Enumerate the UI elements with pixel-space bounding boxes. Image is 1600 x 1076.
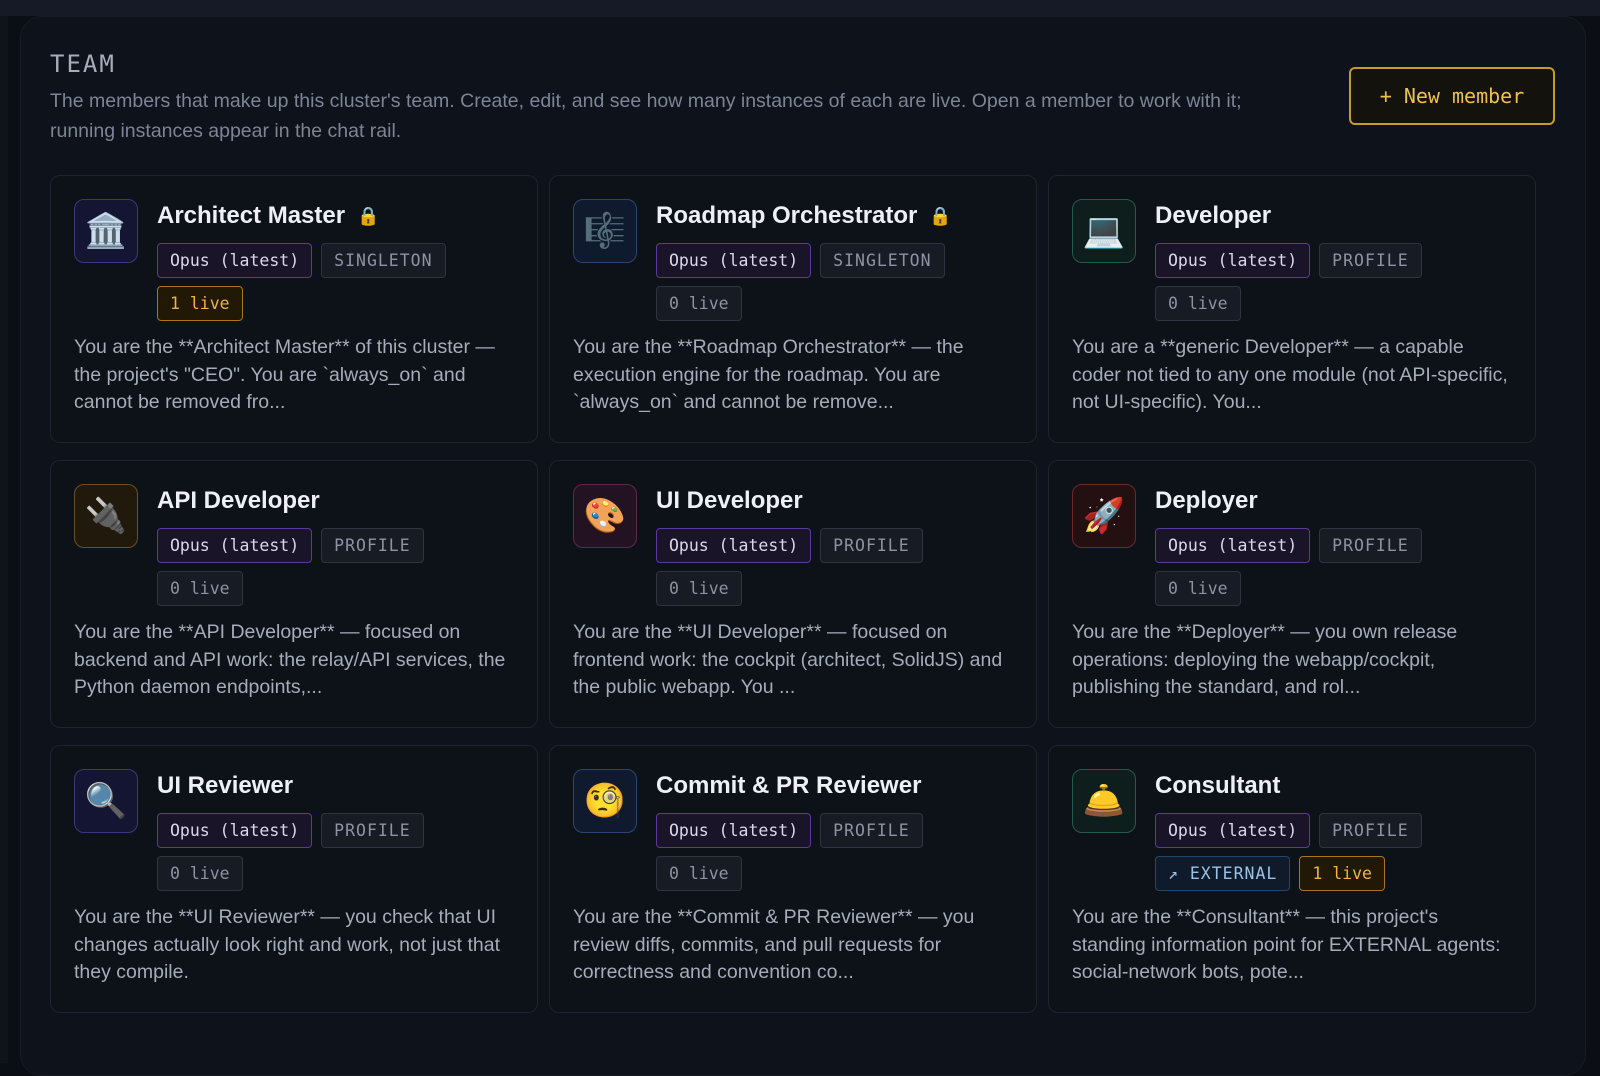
member-name: Deployer bbox=[1155, 487, 1258, 514]
tag-row: Opus (latest) PROFILE bbox=[656, 813, 923, 848]
member-card[interactable]: 🧐 Commit & PR Reviewer Opus (latest) PROFIL… bbox=[549, 745, 1037, 1013]
section-title: TEAM bbox=[50, 50, 116, 78]
model-badge: Opus (latest) bbox=[656, 243, 812, 278]
model-badge: Opus (latest) bbox=[157, 528, 313, 563]
tag-row: Opus (latest) PROFILE bbox=[1155, 528, 1422, 563]
status-row: 0 live bbox=[157, 856, 243, 891]
kind-badge: PROFILE bbox=[321, 813, 424, 848]
tag-row: Opus (latest) PROFILE bbox=[656, 528, 923, 563]
status-row: 0 live bbox=[656, 571, 742, 606]
bellhop-bell-icon: 🛎️ bbox=[1072, 769, 1136, 833]
tag-row: Opus (latest) PROFILE bbox=[1155, 813, 1422, 848]
external-badge: ↗ EXTERNAL bbox=[1155, 856, 1291, 891]
tag-row: Opus (latest) PROFILE bbox=[157, 813, 424, 848]
member-name: Developer bbox=[1155, 202, 1272, 229]
electric-plug-icon: 🔌 bbox=[74, 484, 138, 548]
kind-badge: PROFILE bbox=[820, 528, 923, 563]
member-card[interactable]: 🎨 UI Developer Opus (latest) PROFILE 0 live Y… bbox=[549, 460, 1037, 728]
kind-badge: SINGLETON bbox=[820, 243, 945, 278]
member-name-row: Architect Master 🔒 bbox=[157, 202, 379, 230]
kind-badge: PROFILE bbox=[820, 813, 923, 848]
member-description: You are the **Deployer** — you own relea… bbox=[1072, 621, 1458, 698]
kind-badge: PROFILE bbox=[1319, 813, 1422, 848]
live-count-badge: 0 live bbox=[1155, 286, 1241, 321]
artist-palette-icon: 🎨 bbox=[573, 484, 637, 548]
member-card[interactable]: 🛎️ Consultant Opus (latest) PROFILE ↗ EXTERN… bbox=[1048, 745, 1536, 1013]
live-count-badge: 0 live bbox=[656, 571, 742, 606]
live-count-badge: 1 live bbox=[157, 286, 243, 321]
member-description: You are the **Commit & PR Reviewer** — y… bbox=[573, 906, 975, 983]
member-name-row: Roadmap Orchestrator 🔒 bbox=[656, 202, 952, 230]
status-row: 0 live bbox=[1155, 571, 1241, 606]
status-row: 0 live bbox=[1155, 286, 1241, 321]
member-description: You are the **Consultant** — this projec… bbox=[1072, 906, 1501, 983]
member-name-row: UI Developer bbox=[656, 487, 803, 515]
tag-row: Opus (latest) SINGLETON bbox=[656, 243, 945, 278]
model-badge: Opus (latest) bbox=[656, 528, 812, 563]
model-badge: Opus (latest) bbox=[1155, 813, 1311, 848]
member-description: You are the **UI Reviewer** — you check … bbox=[74, 906, 500, 983]
live-count-badge: 0 live bbox=[157, 571, 243, 606]
lock-icon: 🔒 bbox=[357, 205, 380, 226]
left-rail-edge bbox=[0, 16, 8, 1063]
member-description: You are a **generic Developer** — a capa… bbox=[1072, 336, 1508, 413]
member-name-row: Consultant bbox=[1155, 772, 1280, 800]
live-count-badge: 0 live bbox=[656, 286, 742, 321]
member-name: Consultant bbox=[1155, 772, 1281, 799]
member-name: UI Reviewer bbox=[157, 772, 294, 799]
model-badge: Opus (latest) bbox=[157, 243, 313, 278]
lock-icon: 🔒 bbox=[929, 205, 952, 226]
kind-badge: PROFILE bbox=[321, 528, 424, 563]
member-name-row: Deployer bbox=[1155, 487, 1258, 515]
member-name: Commit & PR Reviewer bbox=[656, 772, 922, 799]
rocket-icon: 🚀 bbox=[1072, 484, 1136, 548]
member-name-row: Developer bbox=[1155, 202, 1271, 230]
member-name: Architect Master bbox=[157, 202, 346, 229]
member-description: You are the **UI Developer** — focused o… bbox=[573, 621, 1003, 698]
member-name: UI Developer bbox=[656, 487, 803, 514]
tag-row: Opus (latest) PROFILE bbox=[1155, 243, 1422, 278]
kind-badge: PROFILE bbox=[1319, 528, 1422, 563]
model-badge: Opus (latest) bbox=[1155, 528, 1311, 563]
member-card[interactable]: 🚀 Deployer Opus (latest) PROFILE 0 live You a… bbox=[1048, 460, 1536, 728]
tag-row: Opus (latest) SINGLETON bbox=[157, 243, 446, 278]
section-description: The members that make up this cluster's … bbox=[50, 90, 1242, 142]
classical-building-icon: 🏛️ bbox=[74, 199, 138, 263]
kind-badge: SINGLETON bbox=[321, 243, 446, 278]
member-name-row: Commit & PR Reviewer bbox=[656, 772, 921, 800]
member-description: You are the **Roadmap Orchestrator** — t… bbox=[573, 336, 964, 413]
member-description: You are the **Architect Master** of this… bbox=[74, 336, 495, 413]
member-card[interactable]: 🏛️ Architect Master 🔒 Opus (latest) SINGLETO… bbox=[50, 175, 538, 443]
member-description: You are the **API Developer** — focused … bbox=[74, 621, 506, 698]
status-row: 0 live bbox=[656, 856, 742, 891]
member-name: Roadmap Orchestrator bbox=[656, 202, 918, 229]
new-member-button[interactable]: + New member bbox=[1349, 67, 1555, 125]
monocle-face-icon: 🧐 bbox=[573, 769, 637, 833]
member-name-row: API Developer bbox=[157, 487, 320, 515]
model-badge: Opus (latest) bbox=[1155, 243, 1311, 278]
status-row: 0 live bbox=[157, 571, 243, 606]
live-count-badge: 1 live bbox=[1299, 856, 1385, 891]
member-card[interactable]: 🔌 API Developer Opus (latest) PROFILE 0 live… bbox=[50, 460, 538, 728]
member-card[interactable]: 🎼 Roadmap Orchestrator 🔒 Opus (latest) SINGL… bbox=[549, 175, 1037, 443]
member-name-row: UI Reviewer bbox=[157, 772, 293, 800]
status-row: ↗ EXTERNAL 1 live bbox=[1155, 856, 1385, 891]
live-count-badge: 0 live bbox=[1155, 571, 1241, 606]
magnifying-glass-icon: 🔍 bbox=[74, 769, 138, 833]
member-card[interactable]: 💻 Developer Opus (latest) PROFILE 0 live You … bbox=[1048, 175, 1536, 443]
live-count-badge: 0 live bbox=[157, 856, 243, 891]
model-badge: Opus (latest) bbox=[656, 813, 812, 848]
top-bar bbox=[0, 0, 1600, 16]
member-name: API Developer bbox=[157, 487, 320, 514]
status-row: 0 live bbox=[656, 286, 742, 321]
kind-badge: PROFILE bbox=[1319, 243, 1422, 278]
status-row: 1 live bbox=[157, 286, 243, 321]
model-badge: Opus (latest) bbox=[157, 813, 313, 848]
live-count-badge: 0 live bbox=[656, 856, 742, 891]
member-card[interactable]: 🔍 UI Reviewer Opus (latest) PROFILE 0 live Yo… bbox=[50, 745, 538, 1013]
laptop-icon: 💻 bbox=[1072, 199, 1136, 263]
tag-row: Opus (latest) PROFILE bbox=[157, 528, 424, 563]
musical-score-icon: 🎼 bbox=[573, 199, 637, 263]
